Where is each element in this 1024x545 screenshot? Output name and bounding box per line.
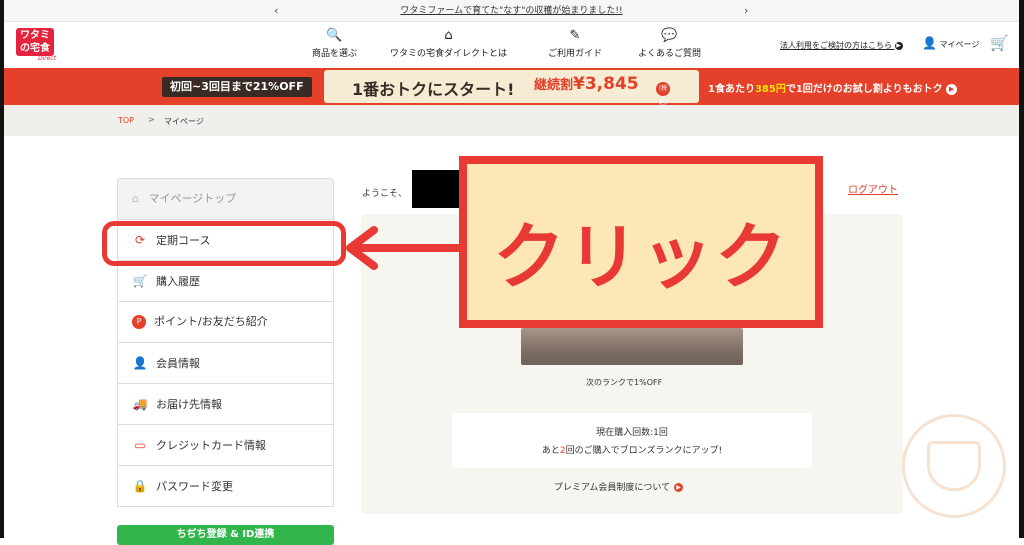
banner-discount-price: ¥3,845 (573, 74, 639, 94)
logo-line1: ワタミ (20, 30, 50, 41)
nav-faq[interactable]: 💬 よくあるご質問 (638, 26, 701, 59)
sidebar-item-label: マイページトップ (148, 192, 237, 205)
sidebar-item-credit-card[interactable]: ▭ クレジットカード情報 (117, 425, 334, 466)
announcement-prev-button[interactable]: ‹ (274, 0, 278, 22)
arrow-right-icon: ▶ (894, 41, 903, 50)
sidebar-item-delivery[interactable]: 🚚 お届け先情報 (117, 384, 334, 425)
nav-select-products[interactable]: 🔍 商品を選ぶ (312, 26, 357, 59)
premium-info-link[interactable]: プレミアム会員制度について ▶ (554, 480, 684, 493)
person-icon: 👤 (132, 356, 148, 370)
person-icon: 👤 (922, 36, 937, 50)
banner-pill: 初回~3回目まで21%OFF (162, 77, 312, 97)
banner-discount-label: 継続割 (534, 78, 574, 93)
point-icon: P (132, 315, 146, 329)
banner-right-prefix: 1食あたり (708, 84, 755, 95)
page: ‹ ワタミファームで育てた"なす"の収穫が始まりました!! › ワタミ の宅食 … (0, 0, 1024, 545)
site-header: ワタミ の宅食 Direct 🔍 商品を選ぶ ⌂ ワタミの宅食ダイレクトとは ✎… (4, 22, 1019, 68)
search-icon: 🔍 (326, 28, 343, 43)
sidebar-item-label: パスワード変更 (156, 480, 233, 493)
nav-about[interactable]: ⌂ ワタミの宅食ダイレクトとは (390, 26, 507, 59)
sidebar-item-label: 購入履歴 (156, 275, 200, 288)
campaign-banner[interactable]: 初回~3回目まで21%OFF 1番おトクにスタート! 継続割¥3,845 (税込… (4, 68, 1019, 106)
breadcrumb-top-link[interactable]: TOP (118, 116, 134, 125)
chevron-right-icon: > (148, 115, 155, 124)
banner-tax-badge: (税込) (656, 82, 670, 106)
business-link[interactable]: 法人利用をご検討の方はこちら ▶ (780, 40, 903, 51)
banner-headline: 1番おトクにスタート! (352, 80, 515, 99)
nav-guide[interactable]: ✎ ご利用ガイド (548, 26, 602, 59)
business-link-label: 法人利用をご検討の方はこちら (780, 41, 892, 50)
arrow-left-icon (346, 226, 464, 270)
banner-right-suffix: で1回だけのお試し割よりもおトク (785, 84, 943, 95)
link-account-button[interactable]: ちぢち登録 & ID連携 (117, 525, 334, 545)
welcome-text: ようこそ、 (362, 189, 408, 199)
nav-label: ワタミの宅食ダイレクトとは (390, 49, 508, 59)
sidebar-item-label: クレジットカード情報 (156, 439, 266, 452)
rice-bowl-watermark-icon (902, 414, 1006, 518)
click-callout-text: クリック (492, 215, 789, 299)
rice-bowl-inner (927, 441, 981, 491)
truck-icon: 🚚 (132, 397, 148, 411)
sidebar-item-label: 会員情報 (156, 357, 200, 370)
purchase-count-box: 現在購入回数:1回 あと2回のご購入でブロンズランクにアップ! (452, 413, 812, 468)
arrow-right-icon: ▶ (946, 83, 958, 95)
rank-up-message: あと2回のご購入でブロンズランクにアップ! (452, 443, 812, 456)
highlight-box (102, 221, 346, 266)
sidebar-item-points[interactable]: P ポイント/お友だち紹介 (117, 302, 334, 343)
nav-label: よくあるご質問 (638, 49, 702, 59)
lock-icon: 🔒 (132, 479, 148, 493)
arrow-right-icon: ▶ (674, 483, 684, 492)
breadcrumb: TOP > マイページ (4, 105, 1019, 136)
announcement-next-button[interactable]: › (744, 0, 748, 22)
banner-right-price: 385円 (754, 84, 786, 95)
logout-link[interactable]: ログアウト (848, 181, 898, 196)
header-mypage-label: マイページ (939, 40, 980, 49)
home-icon: ⌂ (444, 28, 453, 43)
faq-icon: 💬 (661, 28, 678, 43)
sidebar-item-purchase-history[interactable]: 🛒 購入履歴 (117, 261, 334, 302)
sidebar-item-label: ポイント/お友だち紹介 (154, 315, 268, 328)
cart-icon[interactable]: 🛒 (990, 34, 1009, 52)
site-logo[interactable]: ワタミ の宅食 Direct (16, 28, 60, 62)
header-mypage-button[interactable]: 👤 マイページ (922, 36, 979, 50)
redacted-username (412, 170, 462, 208)
nav-label: 商品を選ぶ (312, 49, 358, 59)
rank-up-prefix: あと (541, 446, 560, 456)
breadcrumb-current: マイページ (164, 117, 204, 126)
banner-right-text: 1食あたり385円で1回だけのお試し割よりもおトク ▶ (708, 80, 958, 95)
announcement-link[interactable]: ワタミファームで育てた"なす"の収穫が始まりました!! (400, 6, 622, 16)
logo-sub: Direct (38, 55, 57, 62)
rank-up-suffix: 回のご購入でブロンズランクにアップ! (565, 446, 723, 456)
sidebar-item-member-info[interactable]: 👤 会員情報 (117, 343, 334, 384)
logo-line2: の宅食 (20, 43, 50, 54)
sidebar-item-label: お届け先情報 (156, 398, 222, 411)
cart-icon: 🛒 (132, 274, 148, 288)
right-border (1019, 0, 1024, 538)
announcement-bar: ‹ ワタミファームで育てた"なす"の収穫が始まりました!! › (4, 0, 1019, 22)
banner-discount: 継続割¥3,845 (534, 74, 639, 94)
sidebar-item-password[interactable]: 🔒 パスワード変更 (117, 466, 334, 507)
guide-icon: ✎ (569, 28, 581, 43)
nav-label: ご利用ガイド (548, 49, 603, 59)
next-rank-text: 次のランクで1%OFF (586, 378, 663, 387)
click-callout: クリック (459, 156, 823, 328)
sidebar-item-mypage-top[interactable]: ⌂ マイページトップ (117, 178, 334, 220)
rank-card-image (521, 328, 743, 365)
purchase-count: 現在購入回数:1回 (596, 428, 668, 438)
home-icon: ⌂ (132, 192, 139, 205)
premium-info-label: プレミアム会員制度について (554, 483, 671, 493)
card-icon: ▭ (134, 438, 146, 452)
logo-mark: ワタミ の宅食 (16, 28, 54, 56)
